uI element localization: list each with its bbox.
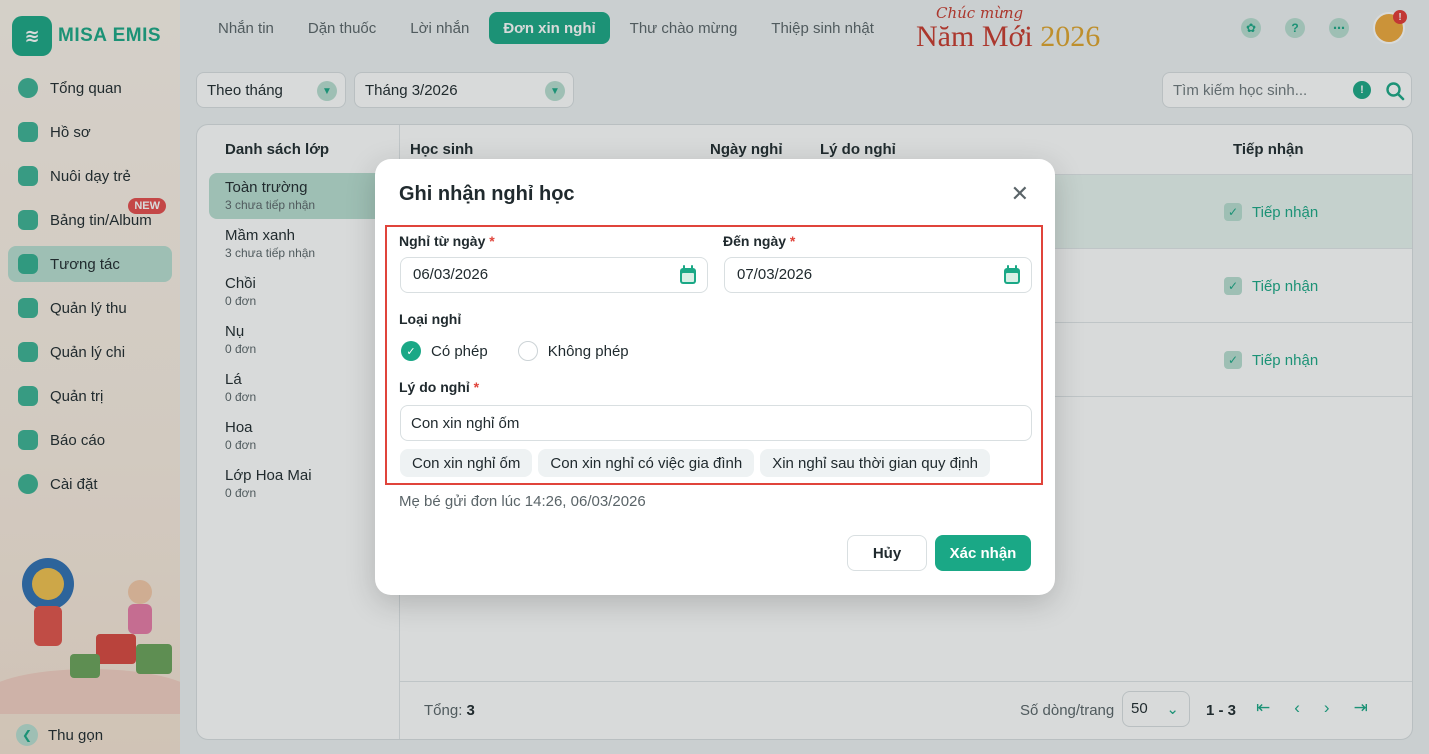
from-date-label-text: Nghỉ từ ngày bbox=[399, 233, 486, 249]
from-date-field[interactable]: 06/03/2026 bbox=[400, 257, 708, 293]
to-date-field[interactable]: 07/03/2026 bbox=[724, 257, 1032, 293]
radio-unexcused-label[interactable]: Không phép bbox=[548, 343, 629, 360]
required-mark: * bbox=[789, 233, 796, 249]
radio-checked-icon[interactable]: ✓ bbox=[401, 341, 421, 361]
dialog-title: Ghi nhận nghỉ học bbox=[399, 183, 575, 205]
from-date-value: 06/03/2026 bbox=[413, 266, 489, 283]
radio-unchecked-icon[interactable] bbox=[517, 341, 538, 361]
to-date-value: 07/03/2026 bbox=[737, 266, 813, 283]
confirm-button[interactable]: Xác nhận bbox=[935, 535, 1031, 571]
leave-type-options: ✓ Có phép Không phép bbox=[401, 341, 629, 361]
leave-type-label: Loại nghỉ bbox=[399, 311, 462, 327]
leave-form-highlight: Nghỉ từ ngày * 06/03/2026 Đến ngày * 07/… bbox=[385, 225, 1043, 485]
reason-input[interactable] bbox=[400, 405, 1032, 441]
reason-chip[interactable]: Xin nghỉ sau thời gian quy định bbox=[760, 449, 991, 477]
from-date-label: Nghỉ từ ngày * bbox=[399, 233, 495, 249]
calendar-icon[interactable] bbox=[679, 265, 697, 285]
reason-chip[interactable]: Con xin nghỉ có việc gia đình bbox=[538, 449, 755, 477]
reason-suggestions: Con xin nghỉ ốm Con xin nghỉ có việc gia… bbox=[400, 449, 991, 477]
to-date-label-text: Đến ngày bbox=[723, 233, 787, 249]
reason-label: Lý do nghỉ * bbox=[399, 379, 479, 395]
leave-record-dialog: Ghi nhận nghỉ học ✕ Nghỉ từ ngày * 06/03… bbox=[375, 159, 1055, 595]
cancel-button[interactable]: Hủy bbox=[847, 535, 927, 571]
reason-chip[interactable]: Con xin nghỉ ốm bbox=[400, 449, 533, 477]
calendar-icon[interactable] bbox=[1003, 265, 1021, 285]
required-mark: * bbox=[489, 233, 495, 249]
required-mark: * bbox=[473, 379, 480, 395]
reason-label-text: Lý do nghỉ bbox=[399, 379, 470, 395]
close-icon[interactable]: ✕ bbox=[1011, 183, 1029, 205]
to-date-label: Đến ngày * bbox=[723, 233, 795, 249]
submission-note: Mẹ bé gửi đơn lúc 14:26, 06/03/2026 bbox=[399, 493, 646, 510]
radio-excused-label[interactable]: Có phép bbox=[431, 343, 488, 360]
